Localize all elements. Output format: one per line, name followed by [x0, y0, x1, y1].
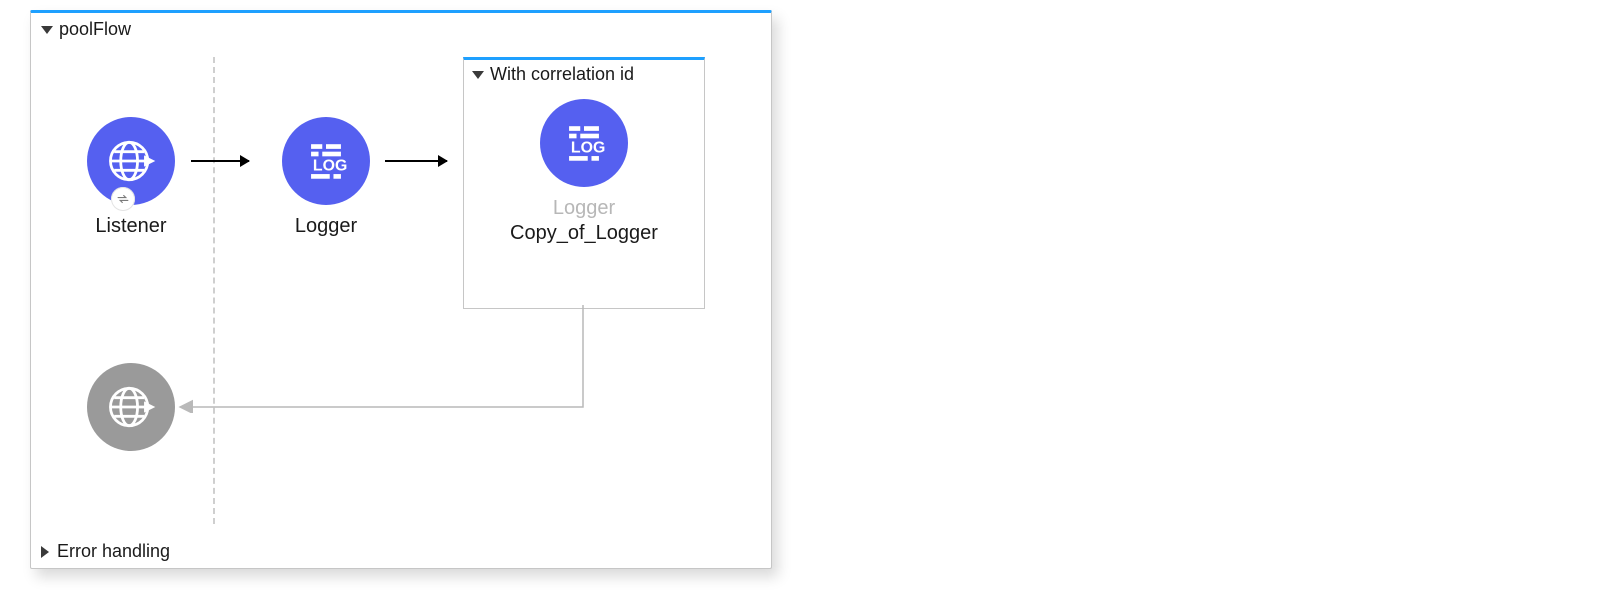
expand-icon — [41, 546, 49, 558]
error-handling-section[interactable]: Error handling — [31, 535, 771, 568]
error-handling-label: Error handling — [57, 541, 170, 562]
collapse-icon — [41, 26, 53, 34]
return-path — [31, 47, 771, 527]
response-node[interactable] — [66, 363, 196, 451]
flow-title: poolFlow — [59, 19, 131, 40]
globe-arrow-icon — [87, 363, 175, 451]
flow-canvas: Listener LOG Logger — [31, 47, 771, 534]
flow-header[interactable]: poolFlow — [31, 13, 771, 42]
flow-panel[interactable]: poolFlow — [30, 10, 772, 569]
